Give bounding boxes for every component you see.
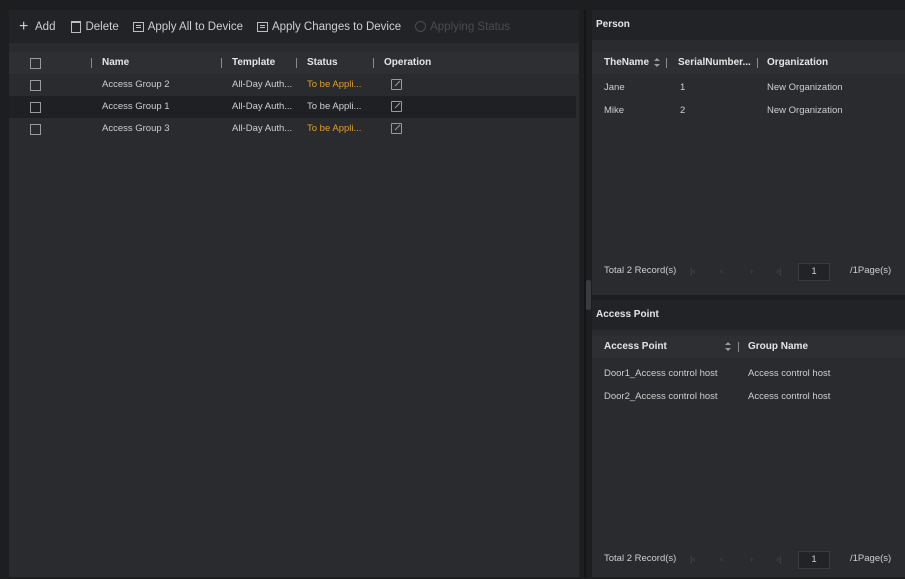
col-group-name-header[interactable]: Group Name bbox=[748, 336, 808, 358]
delete-button[interactable]: Delete bbox=[69, 20, 119, 33]
column-separator bbox=[757, 58, 758, 68]
col-template-header[interactable]: Template bbox=[232, 52, 275, 74]
device-icon bbox=[256, 21, 268, 32]
group-name: Access Group 2 bbox=[102, 79, 170, 90]
access-point-group: Access control host bbox=[748, 391, 831, 402]
column-separator bbox=[373, 58, 374, 68]
column-separator bbox=[91, 58, 92, 68]
col-serial-header[interactable]: SerialNumber... bbox=[678, 52, 751, 74]
toolbar: + Add Delete Apply All to Device Apply C… bbox=[9, 10, 579, 43]
person-name: Mike bbox=[604, 105, 625, 116]
group-table-header: Name Template Status Operation bbox=[9, 52, 579, 74]
column-separator bbox=[738, 342, 739, 352]
access-point-name: Door1_Access control host bbox=[604, 368, 718, 379]
column-separator bbox=[296, 58, 297, 68]
col-operation-header[interactable]: Operation bbox=[384, 52, 431, 74]
delete-label: Delete bbox=[85, 20, 119, 33]
person-table-header: TheName SerialNumber... Organization bbox=[592, 52, 905, 74]
table-row[interactable]: Mike 2 New Organization bbox=[592, 100, 905, 122]
access-point-name: Door2_Access control host bbox=[604, 391, 718, 402]
prev-page-icon[interactable]: ‹ bbox=[720, 555, 726, 564]
first-page-icon[interactable]: |‹ bbox=[690, 267, 696, 276]
total-pages: /1Page(s) bbox=[850, 553, 892, 564]
applying-status-label: Applying Status bbox=[430, 20, 511, 33]
device-icon bbox=[132, 21, 144, 32]
row-checkbox[interactable] bbox=[30, 80, 41, 91]
app-frame: + Add Delete Apply All to Device Apply C… bbox=[0, 0, 905, 579]
table-row[interactable]: Jane 1 New Organization bbox=[592, 77, 905, 99]
row-checkbox[interactable] bbox=[30, 124, 41, 135]
last-page-icon[interactable]: ›| bbox=[776, 267, 782, 276]
table-row[interactable]: Access Group 1 All-Day Auth... To be App… bbox=[9, 96, 576, 118]
access-point-pagination: Total 2 Record(s) |‹ ‹ › ›| 1 /1Page(s) bbox=[592, 548, 905, 570]
prev-page-icon[interactable]: ‹ bbox=[720, 267, 726, 276]
col-name-header[interactable]: TheName bbox=[604, 52, 649, 74]
applying-status-button[interactable]: Applying Status bbox=[415, 21, 510, 33]
person-name: Jane bbox=[604, 82, 625, 93]
total-records: Total 2 Record(s) bbox=[604, 265, 677, 276]
access-group-panel: + Add Delete Apply All to Device Apply C… bbox=[9, 10, 579, 577]
column-separator bbox=[666, 58, 667, 68]
group-template: All-Day Auth... bbox=[232, 101, 293, 112]
group-template: All-Day Auth... bbox=[232, 79, 293, 90]
next-page-icon[interactable]: › bbox=[750, 267, 756, 276]
person-title-bar bbox=[592, 10, 905, 40]
edit-icon[interactable] bbox=[391, 123, 402, 134]
person-org: New Organization bbox=[767, 105, 843, 116]
add-label: Add bbox=[35, 20, 56, 33]
page-number-input[interactable]: 1 bbox=[798, 551, 830, 569]
trash-icon bbox=[71, 20, 82, 33]
person-title: Person bbox=[596, 19, 630, 30]
apply-changes-button[interactable]: Apply Changes to Device bbox=[256, 20, 402, 33]
table-row[interactable]: Door2_Access control host Access control… bbox=[592, 386, 905, 408]
col-org-header[interactable]: Organization bbox=[767, 52, 828, 74]
group-status: To be Appli... bbox=[307, 101, 362, 112]
select-all-checkbox[interactable] bbox=[30, 58, 41, 69]
plus-icon: + bbox=[19, 17, 29, 35]
col-name-header[interactable]: Name bbox=[102, 52, 129, 74]
resize-handle[interactable] bbox=[586, 280, 591, 310]
page-number-input[interactable]: 1 bbox=[798, 263, 830, 281]
first-page-icon[interactable]: |‹ bbox=[690, 555, 696, 564]
table-row[interactable]: Door1_Access control host Access control… bbox=[592, 363, 905, 385]
row-checkbox[interactable] bbox=[30, 102, 41, 113]
total-pages: /1Page(s) bbox=[850, 265, 892, 276]
access-point-title: Access Point bbox=[596, 309, 659, 320]
group-name: Access Group 3 bbox=[102, 123, 170, 134]
group-name: Access Group 1 bbox=[102, 101, 170, 112]
person-panel: Person TheName SerialNumber... Organizat… bbox=[592, 10, 905, 295]
person-pagination: Total 2 Record(s) |‹ ‹ › ›| 1 /1Page(s) bbox=[592, 260, 905, 282]
sort-icon[interactable] bbox=[725, 342, 731, 352]
person-serial: 2 bbox=[680, 105, 686, 116]
total-records: Total 2 Record(s) bbox=[604, 553, 677, 564]
person-serial: 1 bbox=[680, 82, 686, 93]
col-status-header[interactable]: Status bbox=[307, 52, 338, 74]
access-point-table-header: Access Point Group Name bbox=[592, 336, 905, 358]
access-point-panel: Access Point Access Point Group Name Doo… bbox=[592, 300, 905, 577]
sort-icon[interactable] bbox=[654, 58, 660, 68]
add-button[interactable]: + Add bbox=[19, 17, 56, 35]
table-row[interactable]: Access Group 3 All-Day Auth... To be App… bbox=[9, 118, 576, 140]
table-row[interactable]: Access Group 2 All-Day Auth... To be App… bbox=[9, 74, 576, 96]
status-icon bbox=[415, 21, 427, 32]
access-point-group: Access control host bbox=[748, 368, 831, 379]
edit-icon[interactable] bbox=[391, 101, 402, 112]
group-status: To be Appli... bbox=[307, 79, 362, 90]
next-page-icon[interactable]: › bbox=[750, 555, 756, 564]
group-status: To be Appli... bbox=[307, 123, 362, 134]
column-separator bbox=[221, 58, 222, 68]
last-page-icon[interactable]: ›| bbox=[776, 555, 782, 564]
apply-all-label: Apply All to Device bbox=[147, 20, 243, 33]
apply-all-button[interactable]: Apply All to Device bbox=[132, 20, 243, 33]
edit-icon[interactable] bbox=[391, 79, 402, 90]
person-org: New Organization bbox=[767, 82, 843, 93]
group-template: All-Day Auth... bbox=[232, 123, 293, 134]
apply-changes-label: Apply Changes to Device bbox=[271, 20, 402, 33]
col-access-point-header[interactable]: Access Point bbox=[604, 336, 667, 358]
